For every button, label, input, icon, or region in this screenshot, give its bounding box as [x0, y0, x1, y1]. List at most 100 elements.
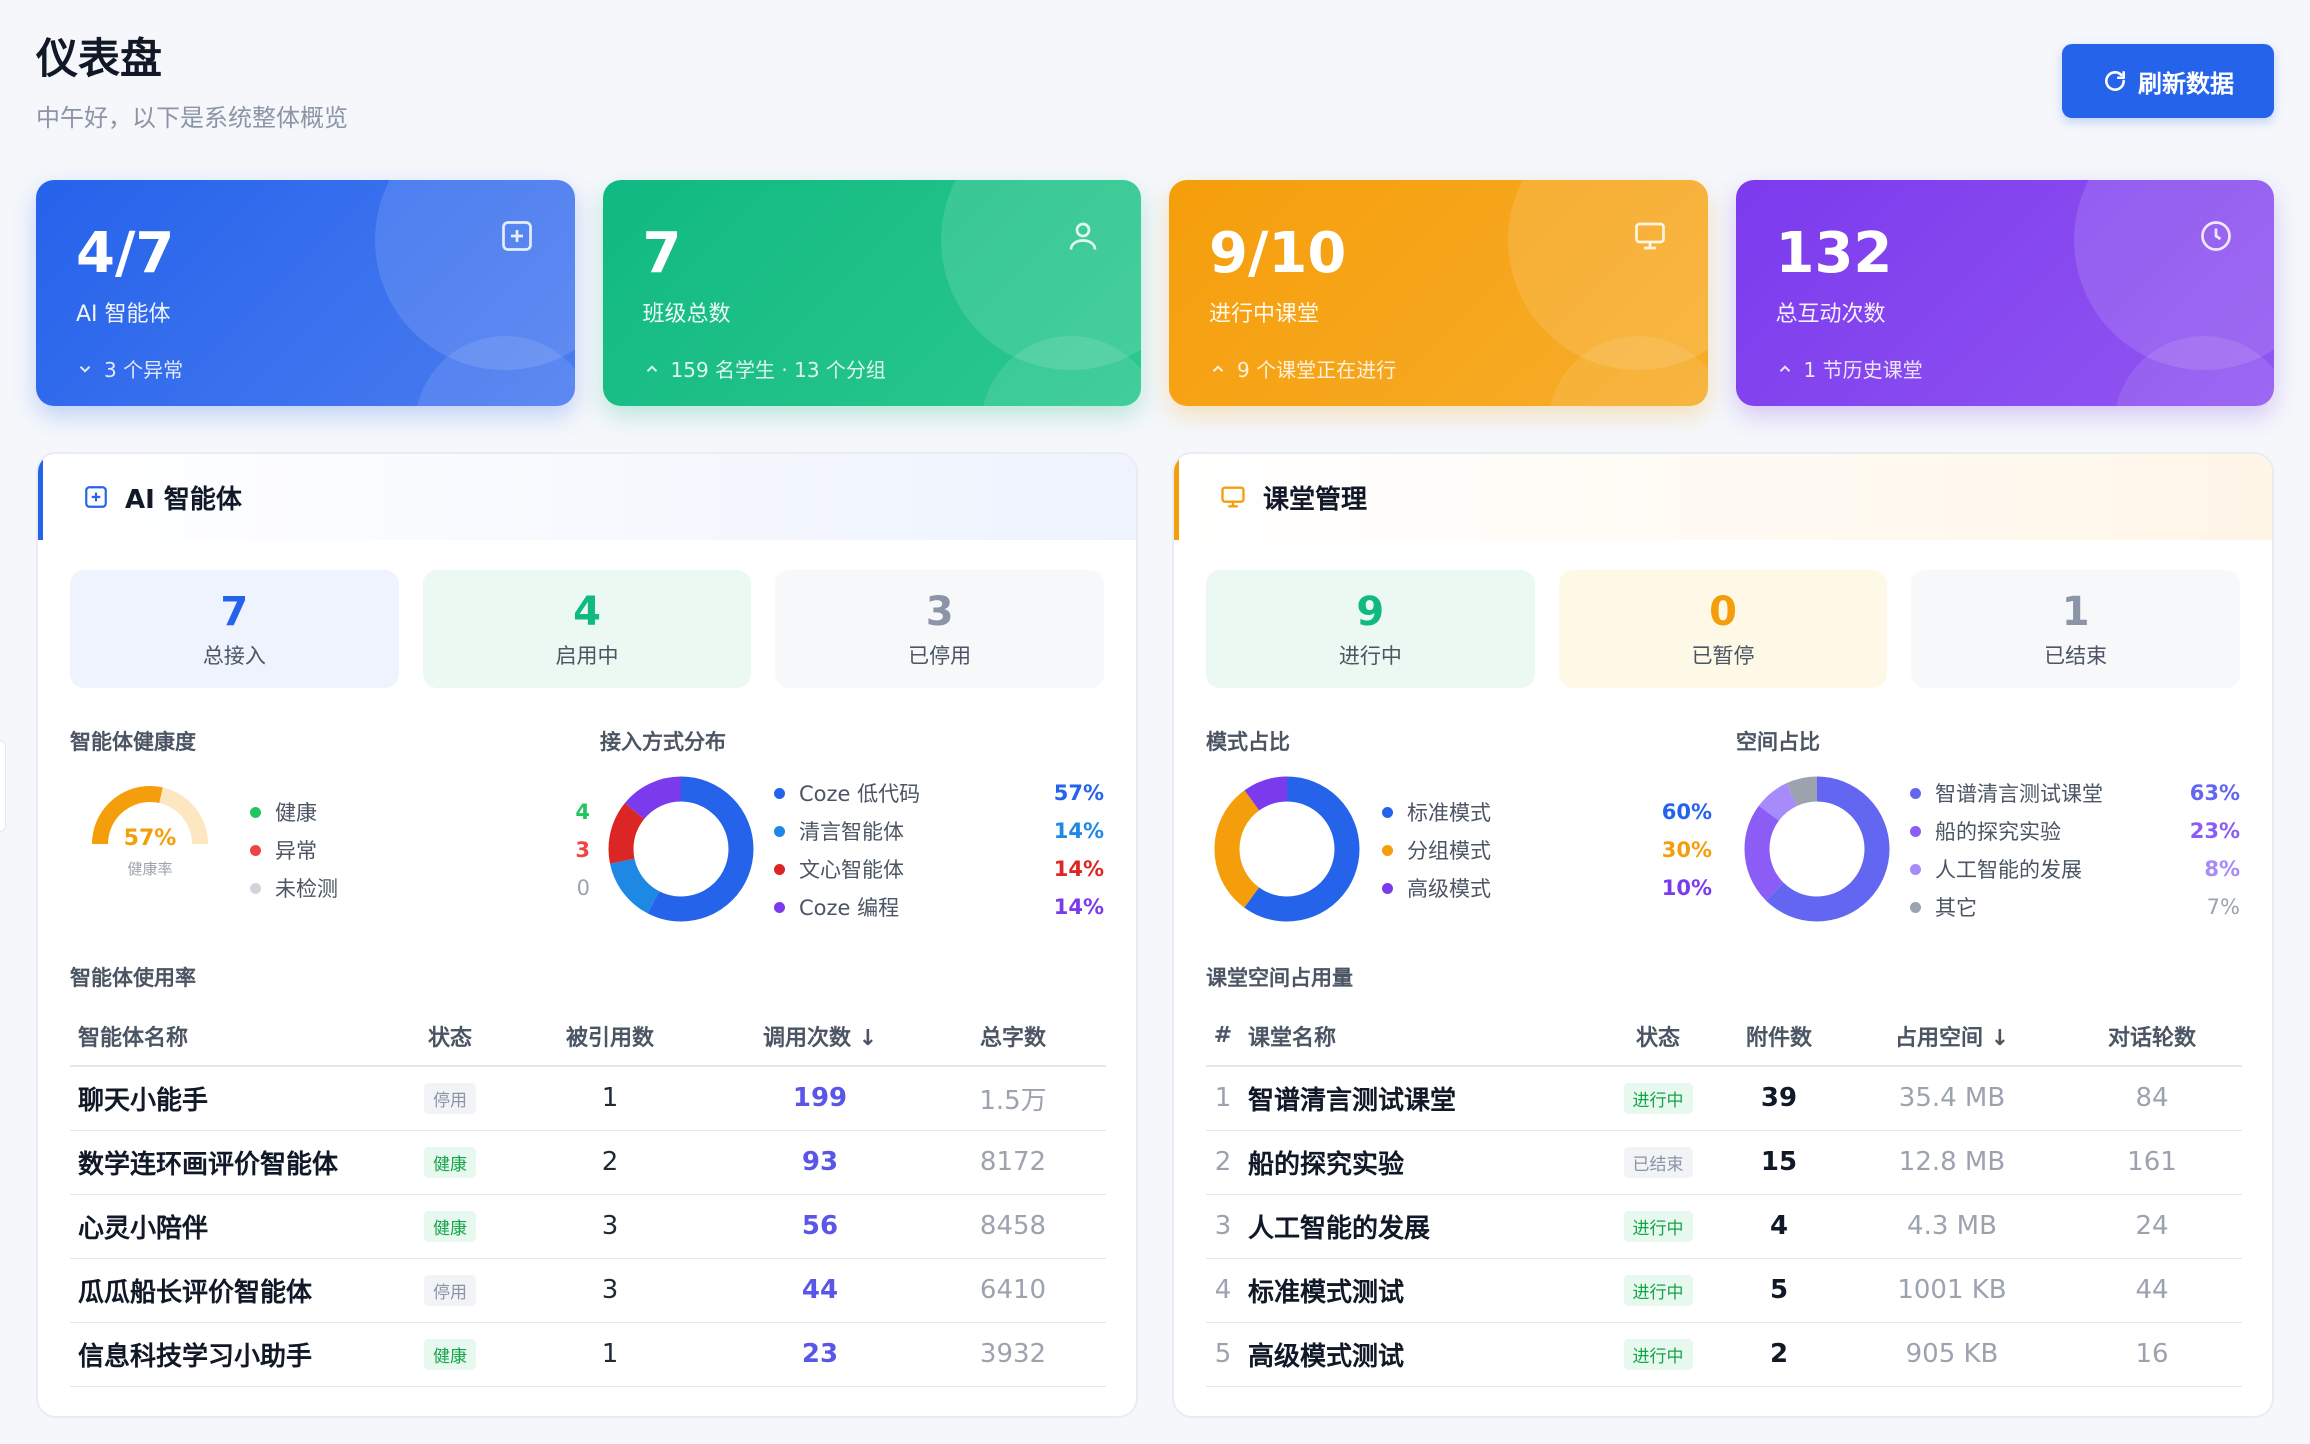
summary-disabled[interactable]: 3 已停用: [775, 570, 1105, 688]
access-donut-chart: [608, 776, 754, 922]
agent-name: 数学连环画评价智能体: [70, 1130, 400, 1195]
words-cell: 1.5万: [920, 1066, 1106, 1131]
col-header-files[interactable]: 附件数: [1716, 1006, 1842, 1067]
legend-item: 文心智能体 14%: [774, 850, 1104, 888]
summary-enabled[interactable]: 4 启用中: [422, 570, 752, 688]
status-badge: 已结束: [1623, 1146, 1693, 1178]
space-cell: 35.4 MB: [1842, 1066, 2062, 1131]
stat-card-agents[interactable]: 4/7 AI 智能体 3 个异常: [36, 180, 575, 406]
agents-panel: AI 智能体 7 总接入 4 启用中 3 已停用 智能体健康度 57% 健康率 …: [36, 452, 1138, 1418]
row-index: 4: [1206, 1258, 1240, 1323]
classes-summary: 9 进行中 0 已暂停 1 已结束: [1206, 570, 2241, 688]
agent-name: 信息科技学习小助手: [70, 1322, 400, 1387]
summary-value: 0: [1709, 589, 1737, 635]
col-header-calls[interactable]: 调用次数 ↓: [720, 1006, 920, 1067]
classes-panel: 课堂管理 9 进行中 0 已暂停 1 已结束 模式占比 标准模式 60% 分组模式…: [1172, 452, 2274, 1418]
refresh-icon: [2105, 71, 2125, 91]
status-badge: 进行中: [1623, 1210, 1693, 1242]
table-row[interactable]: 信息科技学习小助手 健康 1 23 3932: [70, 1322, 1106, 1387]
stat-card-classrooms[interactable]: 9/10 进行中课堂 9 个课堂正在进行: [1169, 180, 1708, 406]
classes-panel-header: 课堂管理: [1174, 454, 2272, 540]
col-header-name[interactable]: 课堂名称: [1240, 1006, 1600, 1067]
summary-running[interactable]: 9 进行中: [1206, 570, 1535, 688]
legend-item-unchecked: 未检测 0: [250, 869, 590, 907]
stat-trend: 3 个异常: [76, 354, 535, 383]
refs-cell: 3: [500, 1194, 720, 1259]
table-row[interactable]: 4 标准模式测试 进行中 5 1001 KB 44: [1206, 1258, 2242, 1323]
stat-card-interactions[interactable]: 132 总互动次数 1 节历史课堂: [1735, 180, 2274, 406]
col-header-space[interactable]: 占用空间 ↓: [1842, 1006, 2062, 1067]
stat-card-classes[interactable]: 7 班级总数 159 名学生 · 13 个分组: [602, 180, 1141, 406]
files-cell: 4: [1716, 1194, 1842, 1259]
storage-table: # 课堂名称 状态 附件数 占用空间 ↓ 对话轮数 1 智谱清言测试课堂 进行中…: [1206, 1006, 2242, 1387]
class-name: 标准模式测试: [1240, 1258, 1600, 1323]
mode-title: 模式占比: [1206, 730, 1290, 754]
refresh-label: 刷新数据: [2138, 69, 2234, 98]
page-subtitle: 中午好，以下是系统整体概览: [36, 104, 348, 132]
col-header-name[interactable]: 智能体名称: [70, 1006, 400, 1067]
turns-cell: 161: [2062, 1130, 2242, 1195]
chevron-up-icon: [646, 364, 657, 372]
space-cell: 1001 KB: [1842, 1258, 2062, 1323]
table-row[interactable]: 瓜瓜船长评价智能体 停用 3 44 6410: [70, 1258, 1106, 1323]
table-header-row: 智能体名称 状态 被引用数 调用次数 ↓ 总字数: [70, 1006, 1106, 1067]
gauge-label: 健康率: [127, 860, 173, 878]
plus-square-icon: [85, 486, 107, 508]
space-title: 空间占比: [1736, 730, 1820, 754]
refresh-button[interactable]: 刷新数据: [2062, 44, 2274, 118]
legend-item: 清言智能体 14%: [774, 812, 1104, 850]
stat-value: 9/10: [1209, 221, 1347, 286]
summary-ended[interactable]: 1 已结束: [1911, 570, 2241, 688]
table-row[interactable]: 数学连环画评价智能体 健康 2 93 8172: [70, 1130, 1106, 1195]
summary-label: 已暂停: [1691, 644, 1755, 668]
stat-cards: 4/7 AI 智能体 3 个异常 7 班级总数 159 名学生 · 13 个分组…: [36, 180, 2274, 406]
stat-trend: 9 个课堂正在进行: [1209, 354, 1668, 383]
calls-cell: 93: [720, 1130, 920, 1195]
space-cell: 4.3 MB: [1842, 1194, 2062, 1259]
summary-value: 4: [573, 589, 601, 635]
files-cell: 39: [1716, 1066, 1842, 1131]
class-name: 高级模式测试: [1240, 1322, 1600, 1387]
row-index: 2: [1206, 1130, 1240, 1195]
legend-item-healthy: 健康 4: [250, 793, 590, 831]
summary-total[interactable]: 7 总接入: [70, 570, 399, 688]
classes-panel-title: 课堂管理: [1263, 484, 1368, 515]
side-handle[interactable]: [0, 740, 6, 832]
col-header-status[interactable]: 状态: [400, 1006, 500, 1067]
page-header: 仪表盘 中午好，以下是系统整体概览: [36, 28, 348, 133]
legend-item: 船的探究实验 23%: [1910, 812, 2240, 850]
col-header-status[interactable]: 状态: [1600, 1006, 1716, 1067]
table-row[interactable]: 3 人工智能的发展 进行中 4 4.3 MB 24: [1206, 1194, 2242, 1259]
stat-label: 班级总数: [642, 302, 731, 327]
table-row[interactable]: 心灵小陪伴 健康 3 56 8458: [70, 1194, 1106, 1259]
status-badge: 停用: [424, 1274, 476, 1306]
refs-cell: 1: [500, 1066, 720, 1131]
calls-cell: 23: [720, 1322, 920, 1387]
summary-paused[interactable]: 0 已暂停: [1558, 570, 1888, 688]
refs-cell: 3: [500, 1258, 720, 1323]
table-row[interactable]: 聊天小能手 停用 1 199 1.5万: [70, 1066, 1106, 1131]
col-header-words[interactable]: 总字数: [920, 1006, 1106, 1067]
monitor-icon: [1221, 486, 1245, 508]
stat-value: 132: [1775, 221, 1893, 286]
summary-label: 总接入: [202, 644, 266, 668]
chevron-up-icon: [1212, 364, 1224, 372]
stat-trend-text: 159 名学生 · 13 个分组: [670, 358, 886, 382]
agents-summary: 7 总接入 4 启用中 3 已停用: [70, 570, 1105, 688]
summary-label: 已结束: [2044, 644, 2108, 668]
mode-legend: 标准模式 60% 分组模式 30% 高级模式 10%: [1382, 793, 1712, 907]
row-index: 3: [1206, 1194, 1240, 1259]
table-row[interactable]: 2 船的探究实验 已结束 15 12.8 MB 161: [1206, 1130, 2242, 1195]
col-header-refs[interactable]: 被引用数: [500, 1006, 720, 1067]
calls-cell: 56: [720, 1194, 920, 1259]
legend-item: Coze 低代码 57%: [774, 774, 1104, 812]
calls-cell: 44: [720, 1258, 920, 1323]
words-cell: 8458: [920, 1194, 1106, 1259]
calls-cell: 199: [720, 1066, 920, 1131]
table-row[interactable]: 5 高级模式测试 进行中 2 905 KB 16: [1206, 1322, 2242, 1387]
status-badge: 进行中: [1623, 1082, 1693, 1114]
table-row[interactable]: 1 智谱清言测试课堂 进行中 39 35.4 MB 84: [1206, 1066, 2242, 1131]
agents-panel-title: AI 智能体: [125, 484, 242, 515]
space-donut-chart: [1744, 776, 1890, 922]
col-header-turns[interactable]: 对话轮数: [2062, 1006, 2242, 1067]
